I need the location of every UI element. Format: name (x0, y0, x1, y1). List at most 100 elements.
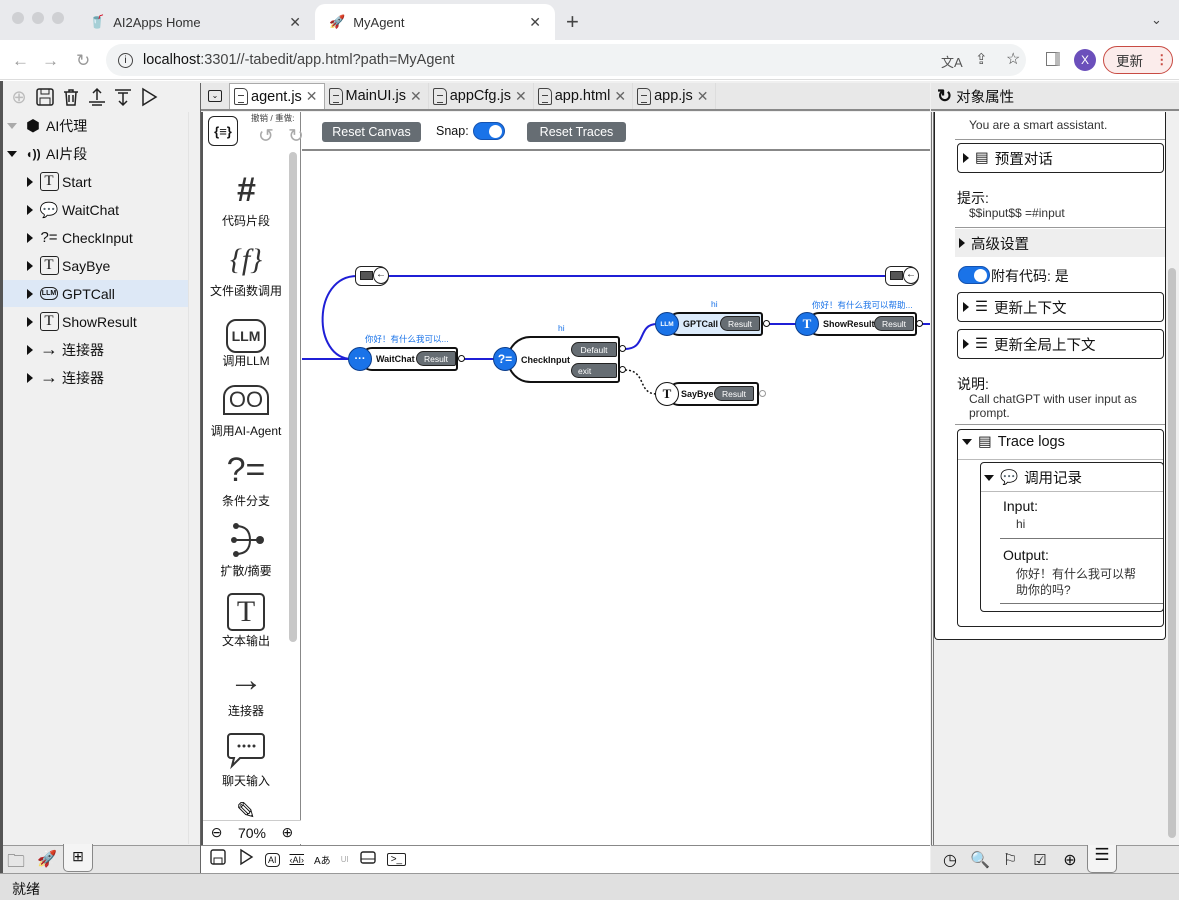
output-pill[interactable]: Result (874, 316, 914, 331)
reset-traces-button[interactable]: Reset Traces (527, 122, 626, 142)
output-port[interactable] (619, 345, 626, 352)
tree-group[interactable]: ◖)) AI片段 (3, 140, 188, 167)
translate-icon[interactable]: 文A (941, 52, 963, 71)
tree-item[interactable]: T ShowResult (3, 308, 188, 335)
zoom-in-icon[interactable]: ⊕ (282, 824, 294, 841)
save-icon[interactable] (209, 848, 227, 871)
close-icon[interactable]: ✕ (697, 88, 709, 105)
run-icon[interactable] (137, 85, 161, 109)
node-saybye[interactable]: SayBye Result (667, 382, 759, 406)
output-pill[interactable]: Result (416, 351, 456, 366)
code-view-icon[interactable]: {≡} (208, 116, 238, 146)
sliders-icon[interactable]: ☰ (1087, 844, 1117, 873)
reload-icon[interactable]: ↻ (76, 51, 90, 71)
call-record-header[interactable]: 💬 调用记录 (984, 467, 1082, 488)
back-icon[interactable]: ← (12, 51, 29, 71)
close-icon[interactable]: ✕ (410, 88, 422, 105)
run-icon[interactable] (237, 848, 255, 871)
ai-chat-icon[interactable]: AI (265, 852, 280, 867)
add-icon[interactable]: ⊕ (7, 85, 31, 109)
history-icon[interactable]: ◷ (937, 850, 963, 870)
profile-avatar[interactable]: X (1074, 49, 1096, 71)
palette-chat-input[interactable]: 聊天输入 (203, 730, 289, 789)
output-pill[interactable]: exit (571, 363, 617, 378)
ai-doc-icon[interactable]: ‹AI› (290, 855, 305, 865)
undo-icon[interactable]: ↺ (258, 125, 274, 148)
code-toggle[interactable] (958, 266, 990, 284)
zoom-out-icon[interactable]: ⊖ (211, 824, 223, 841)
advanced-settings-section[interactable]: 高级设置 (955, 229, 1165, 257)
palette-text-output[interactable]: T 文本输出 (203, 590, 289, 649)
window-zoom-button[interactable] (52, 12, 64, 24)
save-icon[interactable] (33, 85, 57, 109)
tree-item[interactable]: T SayBye (3, 252, 188, 279)
close-tab-icon[interactable]: ✕ (529, 14, 541, 31)
palette-code-segment[interactable]: # 代码片段 (203, 170, 289, 229)
tab-appcfg-js[interactable]: appCfg.js ✕ (429, 83, 534, 109)
palette-call-llm[interactable]: LLM 调用LLM (203, 310, 289, 369)
tab-agent-js[interactable]: agent.js ✕ (229, 83, 325, 109)
tab-app-html[interactable]: app.html ✕ (534, 83, 634, 109)
output-port[interactable] (759, 390, 766, 397)
tree-item-selected[interactable]: LLM GPTCall (3, 280, 188, 307)
flow-canvas[interactable]: ← ← 你好！有什么我可以... WaitChat Result ··· hi C… (302, 152, 930, 845)
ui-ai-icon[interactable]: UI (341, 855, 349, 864)
find-folder-icon[interactable]: 🔍 (967, 850, 993, 870)
node-waitchat[interactable]: WaitChat Result (360, 347, 458, 371)
close-tab-icon[interactable]: ✕ (289, 14, 301, 31)
doc-check-icon[interactable]: ☑ (1027, 851, 1053, 869)
close-icon[interactable]: ✕ (614, 88, 626, 105)
close-icon[interactable]: ✕ (515, 88, 527, 105)
preset-dialog-section[interactable]: ▤ 预置对话 (957, 143, 1164, 173)
output-port[interactable] (458, 355, 465, 362)
close-icon[interactable]: ✕ (306, 88, 318, 105)
update-global-context-section[interactable]: ☰ 更新全局上下文 (957, 329, 1164, 359)
tree-item[interactable]: T Start (3, 168, 188, 195)
palette-scrollbar[interactable] (289, 152, 297, 642)
terminal-icon[interactable]: >_ (386, 853, 407, 866)
update-context-section[interactable]: ☰ 更新上下文 (957, 292, 1164, 322)
snap-toggle[interactable] (473, 122, 505, 140)
globe-icon[interactable]: ⊕ (1057, 850, 1083, 870)
tab-app-js[interactable]: app.js ✕ (633, 83, 716, 109)
bookmark-star-icon[interactable]: ☆ (1006, 49, 1020, 69)
tree-root[interactable]: ⬢ AI代理 (3, 112, 188, 139)
output-pill[interactable]: Default (571, 342, 617, 357)
node-checkinput[interactable]: CheckInput Default exit (507, 336, 620, 383)
update-button[interactable]: 更新 ⋮ (1103, 46, 1173, 74)
output-port[interactable] (916, 320, 923, 327)
reset-canvas-button[interactable]: Reset Canvas (322, 122, 421, 142)
delete-icon[interactable] (59, 85, 83, 109)
palette-call-ai-agent[interactable]: OO 调用AI-Agent (203, 380, 289, 439)
window-close-button[interactable] (12, 12, 24, 24)
palette-connector[interactable]: → 连接器 (203, 660, 289, 719)
properties-scrollbar[interactable] (1168, 268, 1176, 838)
upload-icon[interactable] (85, 85, 109, 109)
output-pill[interactable]: Result (714, 386, 754, 401)
address-bar[interactable]: i localhost:3301//-tabedit/app.html?path… (106, 44, 1026, 76)
output-port[interactable] (763, 320, 770, 327)
tab-mainui-js[interactable]: MainUI.js ✕ (325, 83, 429, 109)
browser-tab-myagent[interactable]: 🚀 MyAgent ✕ (315, 4, 555, 40)
refresh-icon[interactable]: ↻ (937, 86, 952, 107)
window-minimize-button[interactable] (32, 12, 44, 24)
tree-item[interactable]: → 连接器 (3, 336, 188, 363)
new-tab-button[interactable]: + (566, 9, 579, 35)
palette-diffuse-summary[interactable]: 扩散/摘要 (203, 520, 289, 579)
node-gptcall[interactable]: GPTCall Result (667, 312, 763, 336)
download-icon[interactable] (111, 85, 135, 109)
connector-node[interactable]: ← (355, 266, 389, 286)
palette-file-function[interactable]: {f} 文件函数调用 (203, 240, 289, 299)
flag-icon[interactable]: ⚐ (997, 850, 1023, 870)
trace-logs-header[interactable]: ▤ Trace logs (962, 434, 1065, 450)
translate-icon[interactable]: Aあ (314, 852, 331, 867)
browser-tab-home[interactable]: 🥤 AI2Apps Home ✕ (75, 4, 315, 40)
tree-item[interactable]: → 连接器 (3, 364, 188, 391)
rocket-icon[interactable]: 🚀 (37, 849, 57, 869)
share-icon[interactable]: ⇪ (975, 50, 988, 68)
tree-view-icon[interactable]: ⊞ (63, 844, 93, 872)
tree-item[interactable]: 💬 WaitChat (3, 196, 188, 223)
tree-item[interactable]: ?= CheckInput (3, 224, 188, 251)
forward-icon[interactable]: → (42, 51, 59, 71)
side-panel-icon[interactable] (1046, 52, 1060, 66)
